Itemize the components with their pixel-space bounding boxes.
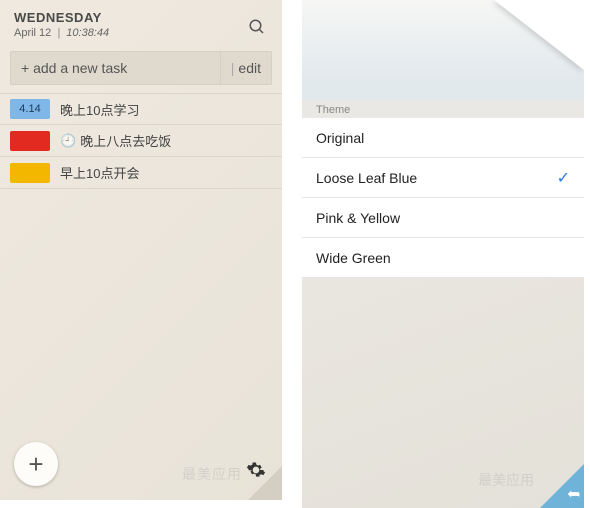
page-curl-icon [494,0,584,70]
checkmark-icon: ✓ [557,168,570,188]
day-of-week: WEDNESDAY [14,10,246,25]
add-fab-button[interactable]: + [14,442,58,486]
edit-button[interactable]: | edit [220,52,271,84]
watermark: 最美应用 [182,464,242,484]
section-header: Theme [302,100,584,118]
task-app-screen: WEDNESDAY April 12 | 10:38:44 + add a ne… [0,0,282,500]
theme-option[interactable]: Loose Leaf Blue ✓ [302,158,584,198]
theme-preview [302,0,584,100]
page-corner-fold[interactable] [248,466,282,500]
option-label: Pink & Yellow [316,210,570,226]
date-time: April 12 | 10:38:44 [14,27,246,39]
theme-option[interactable]: Pink & Yellow [302,198,584,238]
search-icon[interactable] [246,16,268,38]
task-text: 🕘 晚上八点去吃饭 [60,131,171,150]
task-tag [10,131,50,151]
task-tag: 4.14 [10,99,50,119]
theme-swatch-preview: 最美应用 ➦ [302,278,584,508]
task-row[interactable]: 4.14 晚上10点学习 [0,93,282,125]
action-bar: + add a new task | edit [10,51,272,85]
theme-option[interactable]: Original [302,118,584,158]
task-text: 早上10点开会 [60,163,139,182]
task-text: 晚上10点学习 [60,100,139,119]
separator: | [57,27,60,39]
back-arrow-icon: ➦ [567,484,580,504]
task-list: 4.14 晚上10点学习 🕘 晚上八点去吃饭 早上10点开会 [0,93,282,189]
option-label: Original [316,130,570,146]
option-label: Loose Leaf Blue [316,170,557,186]
time: 10:38:44 [66,27,109,39]
watermark: 最美应用 [478,470,534,490]
theme-settings-screen: Theme Original Loose Leaf Blue ✓ Pink & … [302,0,584,500]
theme-options-list: Original Loose Leaf Blue ✓ Pink & Yellow… [302,118,584,278]
task-row[interactable]: 早上10点开会 [0,157,282,189]
task-tag [10,163,50,183]
add-task-button[interactable]: + add a new task [11,52,220,84]
clock-icon: 🕘 [60,133,76,149]
header-text: WEDNESDAY April 12 | 10:38:44 [14,10,246,39]
task-row[interactable]: 🕘 晚上八点去吃饭 [0,125,282,157]
header: WEDNESDAY April 12 | 10:38:44 [0,10,282,45]
option-label: Wide Green [316,250,570,266]
theme-option[interactable]: Wide Green [302,238,584,278]
edit-label: edit [238,60,261,76]
date: April 12 [14,27,51,39]
